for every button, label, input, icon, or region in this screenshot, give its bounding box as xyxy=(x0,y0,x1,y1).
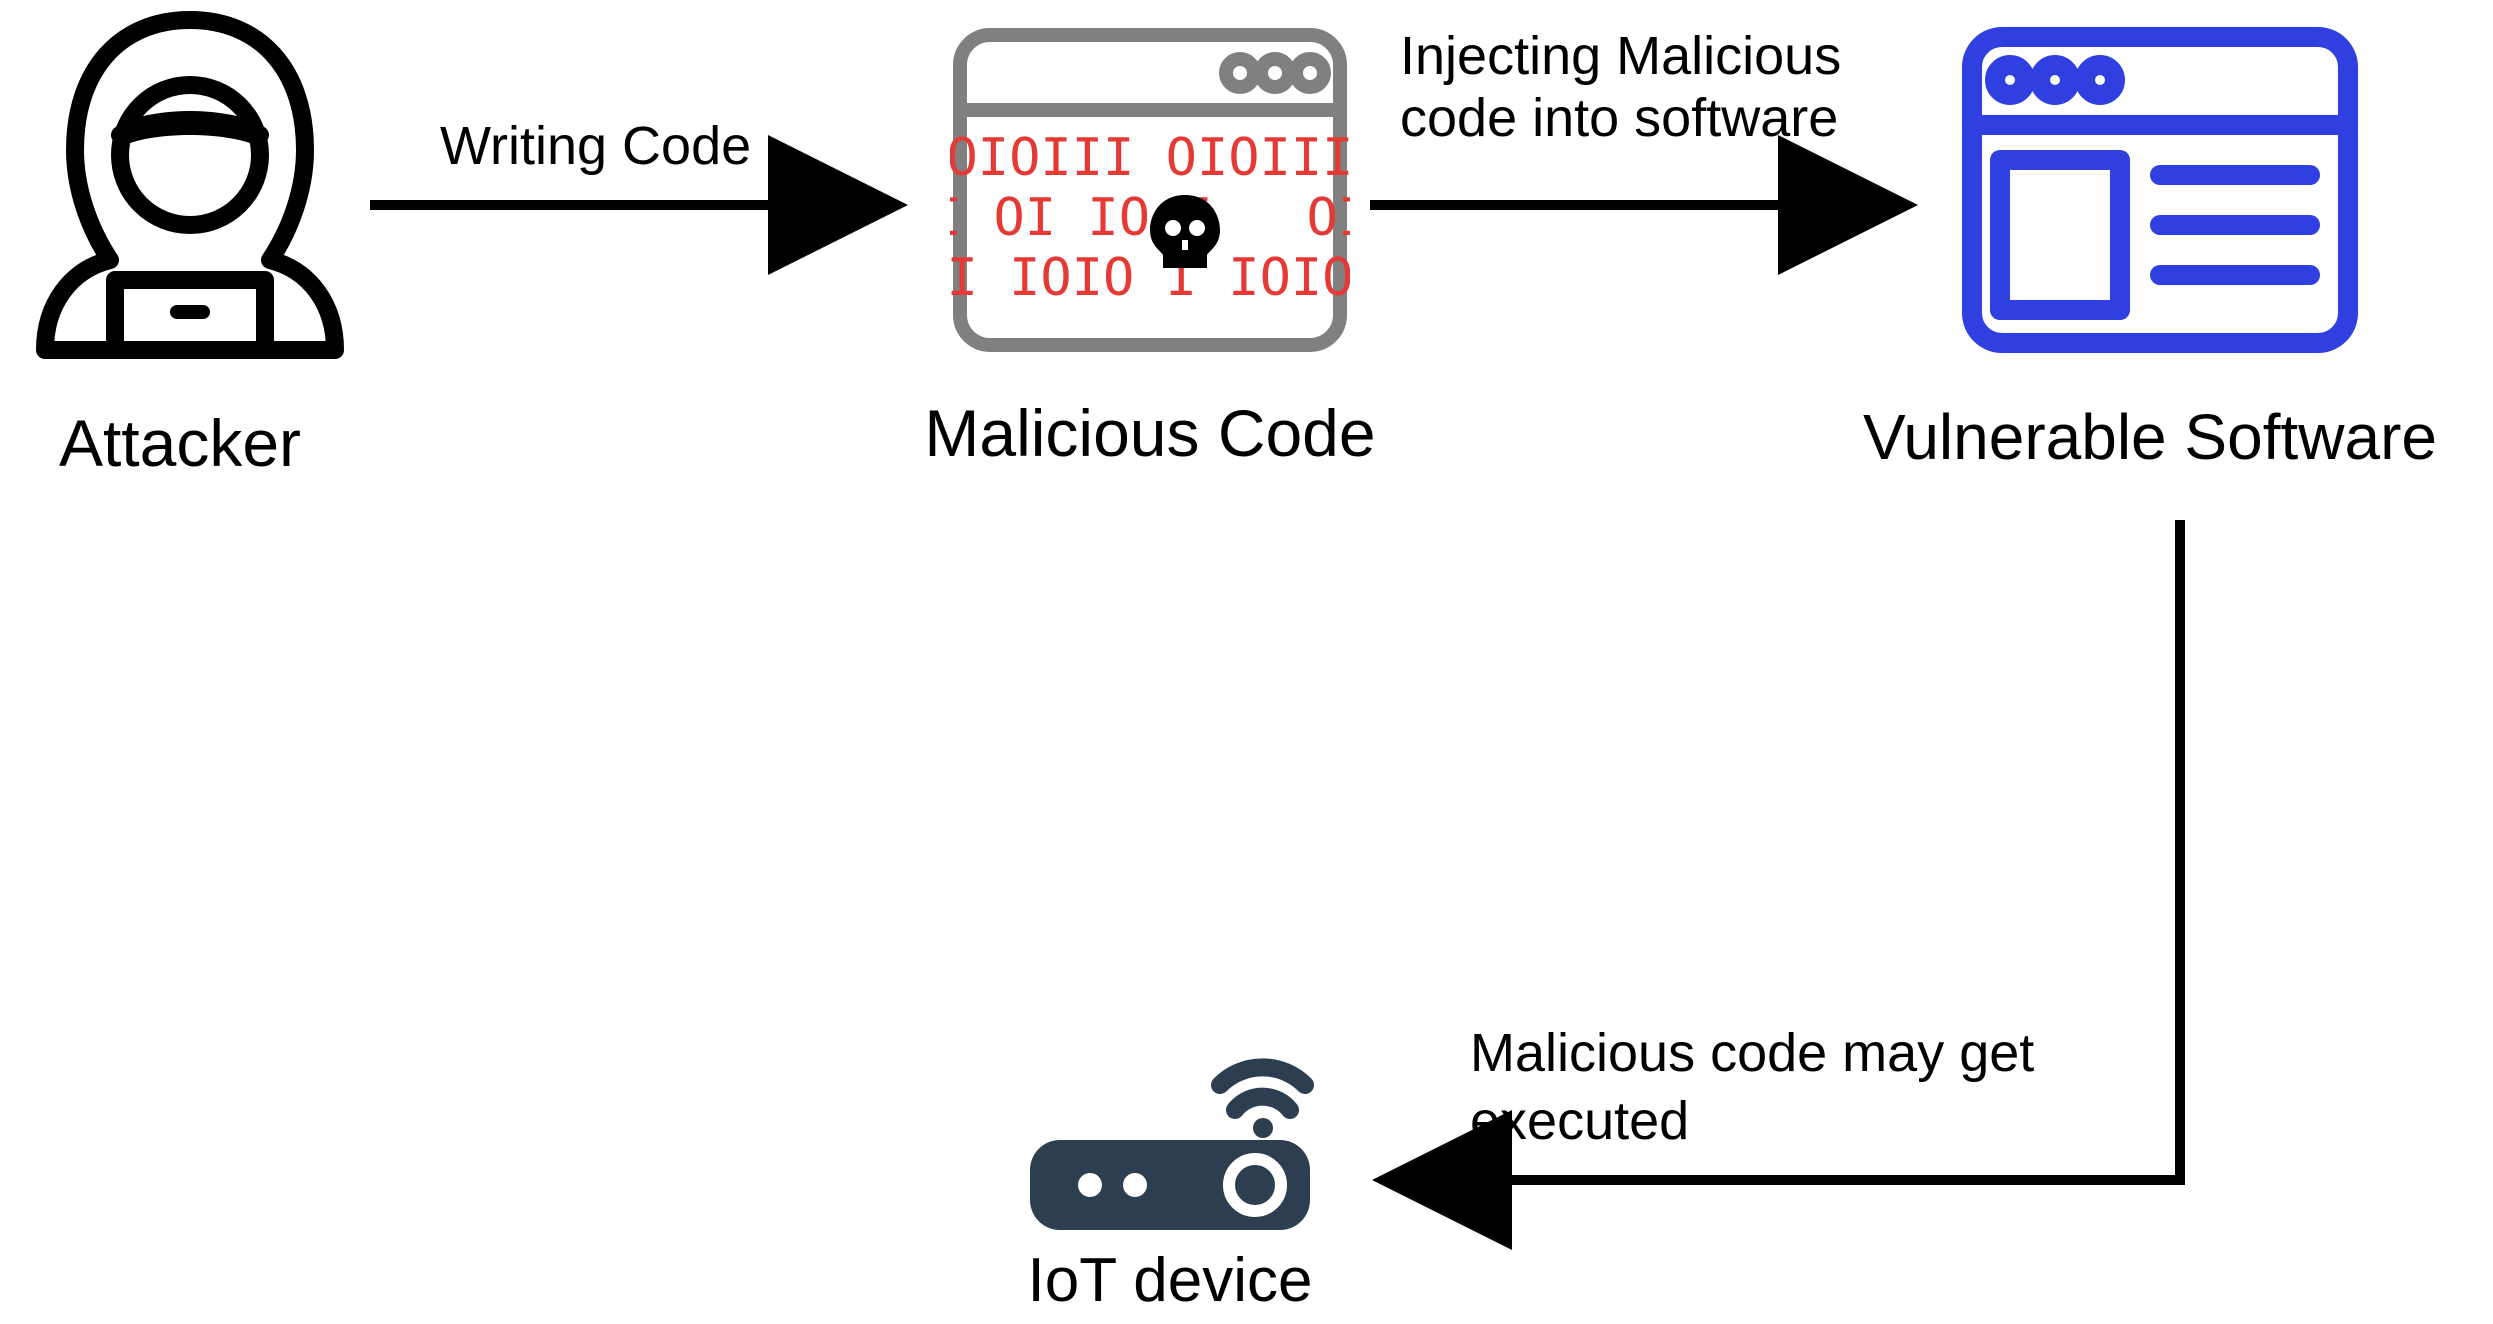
arrows-layer xyxy=(0,0,2493,1324)
executed-annot: Malicious code may get executed xyxy=(1470,1020,2034,1155)
injecting-annot: Injecting Malicious code into software xyxy=(1400,25,1841,149)
writing-code-annot: Writing Code xyxy=(440,115,751,177)
